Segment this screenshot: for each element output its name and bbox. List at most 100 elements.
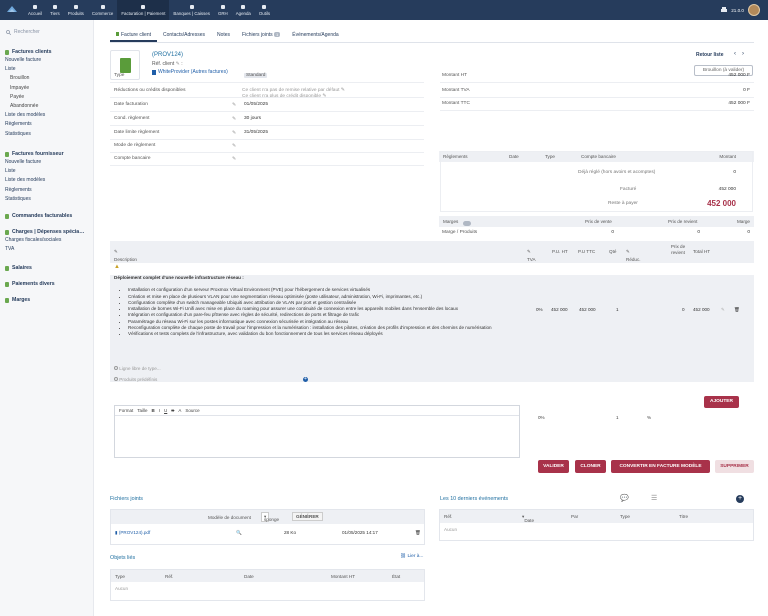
tab-notes[interactable]: Notes [211,28,236,42]
field-label: Date facturation [114,102,148,107]
user-avatar[interactable] [748,4,760,16]
already-paid-value: 0 [733,170,736,175]
editor-tool-6[interactable]: A [178,408,181,413]
thirdparty-name[interactable]: WhiteProvider (Autres factures) [158,69,228,75]
editor-tool-5[interactable]: S [171,408,174,413]
description-editor[interactable]: Format Taille B I U S A Source [114,405,520,458]
sidebar-item[interactable]: Nouvelle facture [5,158,93,167]
thirdparty-link[interactable]: WhiteProvider (Autres factures) [152,69,228,75]
sidebar-item[interactable]: Statistiques [5,195,93,204]
sidebar-item[interactable]: Abandonnée [5,102,93,111]
nav-item-agenda[interactable]: Agenda [232,0,255,20]
edit-pencil-icon[interactable]: ✎ [232,102,236,108]
line-description[interactable]: Déploiement complet d'une nouvelle infra… [114,275,519,338]
editor-tool-3[interactable]: I [159,408,160,413]
sidebar-item[interactable]: TVA [5,245,93,254]
add-line-button[interactable]: AJOUTER [704,396,739,408]
editor-tool-7[interactable]: Source [185,408,199,413]
editor-tool-4[interactable]: U [164,408,167,413]
chat-icon[interactable]: 💬 [620,494,629,502]
generate-button[interactable]: GÉNÉRER [292,512,323,521]
printer-icon[interactable] [721,7,728,13]
edit-pencil-icon[interactable]: ✎ [232,143,236,149]
new-line-qty[interactable]: 1 [616,415,619,420]
sidebar-item[interactable]: Règlements [5,186,93,195]
product-select[interactable]: Produits prédéfinis [119,377,157,382]
back-to-list-link[interactable]: Retour liste [696,52,724,58]
sidebar-item[interactable]: Liste [5,167,93,176]
delete-file-icon[interactable]: 🗑 [415,530,421,536]
edit-pencil-icon[interactable]: ✎ [232,156,236,162]
link-to-button[interactable]: ⛓ Lier à... [400,554,423,559]
clone-button[interactable]: CLONER [575,460,606,473]
line-qty: 1 [616,307,619,312]
sidebar-item[interactable]: Règlements [5,120,93,129]
product-radio[interactable]: Produits prédéfinis [114,377,157,382]
field-label: Réductions ou crédits disponibles [114,88,186,93]
sidebar-group-title[interactable]: Salaires [5,264,93,272]
nav-item-commerce[interactable]: Commerce [88,0,117,20]
edit-pencil-icon[interactable]: ✎ [176,61,180,67]
editor-tool-2[interactable]: B [152,408,155,413]
sidebar-item[interactable]: Payée [5,93,93,102]
nav-item-produits[interactable]: Produits [64,0,88,20]
nav-item-banques-caisses[interactable]: Banques | Caisses [169,0,214,20]
delete-line-icon[interactable]: 🗑 [734,307,740,313]
edit-pencil-icon[interactable]: ✎ [232,116,236,122]
nav-item-tiers[interactable]: Tiers [46,0,64,20]
tab-facture-client[interactable]: Facture client [110,28,158,42]
margins-sale: 0 [611,230,614,235]
sidebar-group-title[interactable]: Factures fournisseur [5,150,93,158]
sidebar-item[interactable]: Brouillon [5,74,93,83]
validate-button[interactable]: VALIDER [538,460,569,473]
tab-contacts-adresses[interactable]: Contacts/Adresses [157,28,211,42]
basket-icon [100,5,105,9]
bank-icon [189,5,194,9]
next-arrow-icon[interactable]: › [742,51,750,57]
free-line-radio[interactable]: Ligne libre de type... [114,366,161,371]
events-col-date[interactable]: ▾ Date [522,514,534,523]
pdf-icon: ▮ [115,530,118,535]
add-event-icon[interactable]: + [736,495,744,503]
sidebar-item[interactable]: Impayée [5,84,93,93]
preview-icon[interactable]: 🔍 [236,530,242,536]
new-line-tva[interactable]: 0% [538,415,545,420]
delete-button[interactable]: SUPPRIMER [715,460,754,473]
margins-col-margin: Marge [736,219,750,224]
nav-item-facturation-paiement[interactable]: Facturation | Paiement [117,0,170,20]
nav-item-outils[interactable]: Outils [255,0,274,20]
file-link[interactable]: (PROV124).pdf [119,530,150,535]
nav-item-accueil[interactable]: Accueil [24,0,46,20]
amount-label: Montant TVA [442,88,470,93]
sidebar-item[interactable]: Liste des modèles [5,111,93,120]
nav-item-grh[interactable]: GRH [214,0,232,20]
convert-template-button[interactable]: CONVERTIR EN FACTURE MODÈLE [611,460,710,473]
add-product-icon[interactable]: + [303,377,308,382]
prev-next-arrows[interactable]: ‹› [734,51,750,57]
sidebar-group-title[interactable]: Charges | Dépenses spécia… [5,228,93,236]
tab--v-nements-agenda[interactable]: Événements/Agenda [286,28,344,42]
list-icon[interactable]: ☰ [651,494,657,502]
edit-pencil-icon[interactable]: ✎ [232,130,236,136]
sidebar-item[interactable]: Liste des modèles [5,176,93,185]
sidebar-item[interactable]: Liste [5,65,93,74]
doc-model-select[interactable]: sponge ▾ [261,512,279,522]
sidebar-group-title[interactable]: Factures clients [5,48,93,56]
search-box[interactable]: Rechercher [4,27,90,37]
editor-tool-1[interactable]: Taille [137,408,147,413]
sidebar-item[interactable]: Statistiques [5,130,93,139]
sidebar-group-title[interactable]: Marges [5,296,93,304]
edit-line-icon[interactable]: ✎ [721,307,725,313]
prev-arrow-icon[interactable]: ‹ [734,51,742,57]
nav-label: Tiers [50,11,60,16]
linked-empty: Aucun [115,586,129,591]
sidebar-group-title[interactable]: Paiements divers [5,280,93,288]
sidebar-item[interactable]: Nouvelle facture [5,56,93,65]
tab-count-badge: 1 [274,32,281,37]
app-logo-icon[interactable] [5,3,19,17]
new-line-discount[interactable]: % [647,415,651,420]
sidebar-item[interactable]: Charges fiscales/sociales [5,236,93,245]
tab-fichiers-joints[interactable]: Fichiers joints 1 [236,28,286,42]
sidebar-group-title[interactable]: Commandes facturables [5,212,93,220]
editor-tool-0[interactable]: Format [119,408,133,413]
